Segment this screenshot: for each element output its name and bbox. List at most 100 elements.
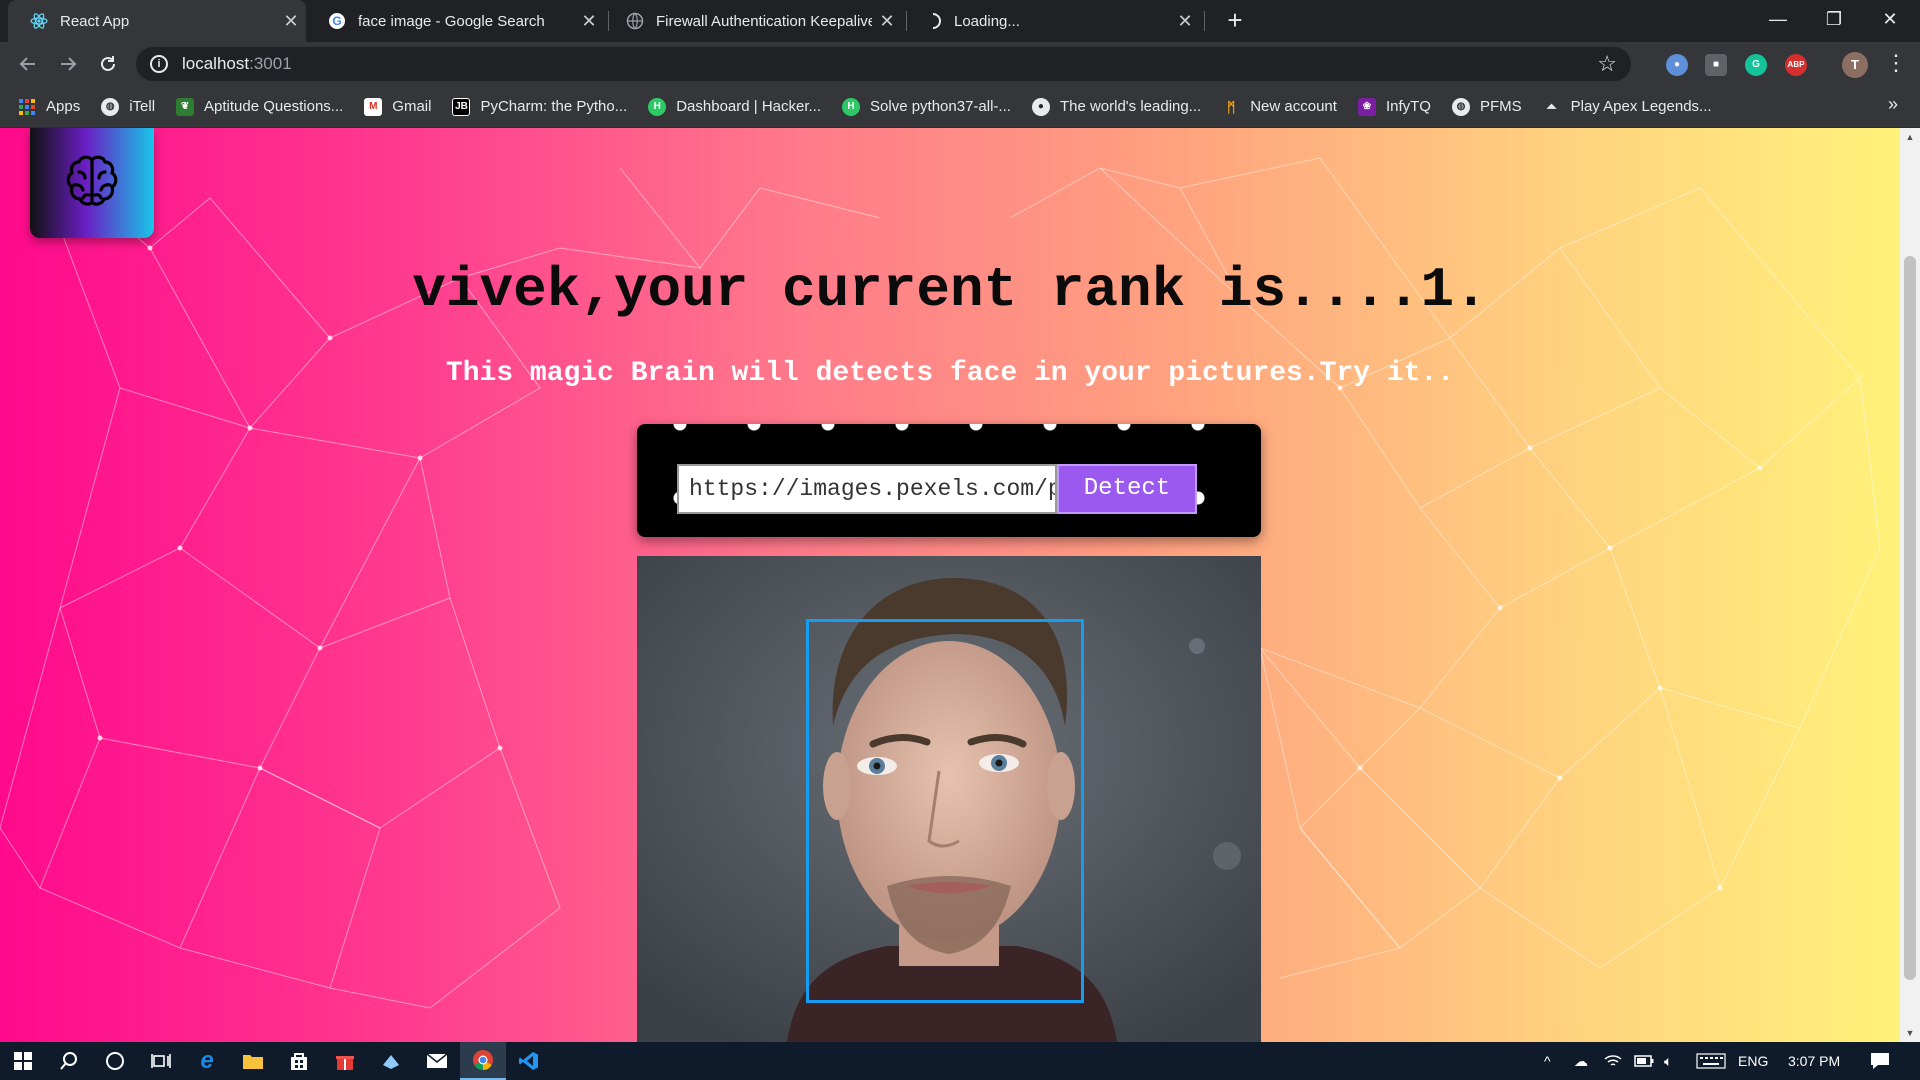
more-bookmarks-button[interactable]: »	[1888, 94, 1898, 115]
browser-toolbar: i localhost:3001 ☆ ● ■ G ABP T ⋮	[0, 42, 1920, 86]
bookmark-itell[interactable]: ◍ iTell	[101, 97, 155, 116]
close-tab-icon[interactable]: ✕	[872, 11, 902, 32]
gmail-icon: M	[364, 97, 383, 116]
cortana-icon[interactable]	[92, 1042, 138, 1080]
detect-button[interactable]: Detect	[1057, 464, 1197, 514]
bookmark-infytq[interactable]: ❀ InfyTQ	[1357, 97, 1431, 116]
bookmark-label: InfyTQ	[1385, 98, 1431, 115]
gift-icon[interactable]	[322, 1042, 368, 1080]
new-account-icon: ᛗ	[1227, 98, 1236, 115]
bookmark-pfms[interactable]: ◍ PFMS	[1451, 97, 1522, 116]
store-icon[interactable]	[276, 1042, 322, 1080]
site-info-icon[interactable]: i	[150, 55, 168, 73]
svg-text:G: G	[332, 14, 341, 28]
extension-blue-icon[interactable]: ●	[1666, 54, 1688, 76]
show-hidden-icons-button[interactable]: ^	[1544, 1042, 1551, 1080]
address-bar[interactable]: i localhost:3001 ☆	[136, 47, 1631, 81]
forward-arrow-icon	[61, 57, 77, 71]
chrome-icon[interactable]	[460, 1042, 506, 1080]
bookmark-gmail[interactable]: M Gmail	[364, 97, 432, 116]
jetbrains-icon: JB	[452, 97, 471, 116]
loading-spinner-icon	[924, 12, 942, 30]
tab-title: React App	[60, 12, 130, 30]
file-explorer-icon[interactable]	[230, 1042, 276, 1080]
bookmark-label: Play Apex Legends...	[1570, 98, 1712, 115]
bookmark-hackerrank-python[interactable]: H Solve python37-all-...	[842, 97, 1011, 116]
bookmark-label: Aptitude Questions...	[204, 98, 344, 115]
face-image	[637, 556, 1261, 1042]
tab-firewall[interactable]: Firewall Authentication Keepalive ✕	[604, 0, 902, 42]
bookmark-github[interactable]: ● The world's leading...	[1031, 97, 1201, 116]
bookmark-apex[interactable]: ⏶ Play Apex Legends...	[1543, 98, 1712, 116]
scroll-down-arrow-icon[interactable]: ▼	[1900, 1024, 1920, 1042]
task-view-icon[interactable]	[138, 1042, 184, 1080]
scroll-up-arrow-icon[interactable]: ▲	[1900, 128, 1920, 146]
bookmarks-bar: Apps ◍ iTell ❦ Aptitude Questions... M G…	[0, 86, 1920, 128]
search-icon[interactable]	[46, 1042, 92, 1080]
tab-title: Loading...	[954, 12, 1020, 30]
bookmark-apps[interactable]: Apps	[18, 98, 80, 116]
hackerrank-icon: H	[648, 97, 667, 116]
windows-start-icon[interactable]	[0, 1042, 46, 1080]
minimize-button[interactable]: —	[1750, 0, 1806, 38]
image-url-input[interactable]: https://images.pexels.com/photos/220453/…	[677, 464, 1057, 514]
battery-icon[interactable]	[1634, 1042, 1654, 1080]
windows-taskbar: e ^ ☁ 🔈︎ ENG 3:07 PM	[0, 1042, 1920, 1080]
react-icon	[30, 12, 48, 30]
edge-icon[interactable]: e	[184, 1042, 230, 1080]
infytq-icon: ❀	[1357, 97, 1376, 116]
bookmark-new-account[interactable]: ᛗ New account	[1222, 98, 1337, 116]
tab-loading[interactable]: Loading... ✕	[902, 0, 1200, 42]
clock[interactable]: 3:07 PM	[1788, 1042, 1840, 1080]
profile-avatar-icon[interactable]: T	[1842, 52, 1868, 78]
mail-icon[interactable]	[414, 1042, 460, 1080]
keyboard-icon[interactable]	[1696, 1042, 1726, 1080]
wifi-icon[interactable]	[1604, 1042, 1622, 1080]
subtitle-text: This magic Brain will detects face in yo…	[445, 358, 1455, 389]
leaf-icon: ❦	[176, 97, 195, 116]
forward-button[interactable]	[52, 48, 84, 80]
restore-button[interactable]: ❐	[1806, 0, 1862, 38]
language-indicator[interactable]: ENG	[1738, 1042, 1768, 1080]
url-host: localhost	[182, 54, 250, 73]
grammarly-icon[interactable]: G	[1745, 54, 1767, 76]
bookmark-label: Gmail	[392, 98, 432, 115]
close-tab-icon[interactable]: ✕	[1170, 11, 1200, 32]
adblock-plus-icon[interactable]: ABP	[1785, 54, 1807, 76]
tab-divider	[1204, 11, 1205, 31]
page-scrollbar[interactable]: ▲ ▼	[1900, 128, 1920, 1042]
bookmark-hackerrank-dashboard[interactable]: H Dashboard | Hacker...	[648, 97, 821, 116]
bookmark-label: PyCharm: the Pytho...	[480, 98, 628, 115]
reload-icon	[101, 56, 115, 71]
tab-react-app[interactable]: React App ✕	[8, 0, 306, 42]
page-viewport: vivek,your current rank is....1. This ma…	[0, 128, 1900, 1042]
close-tab-icon[interactable]: ✕	[276, 11, 306, 32]
tab-title: Firewall Authentication Keepalive	[656, 12, 872, 30]
app-icon[interactable]	[368, 1042, 414, 1080]
bookmark-pycharm[interactable]: JB PyCharm: the Pytho...	[452, 97, 628, 116]
back-arrow-icon	[19, 57, 35, 71]
browser-menu-icon[interactable]: ⋮	[1884, 50, 1908, 76]
vscode-icon[interactable]	[506, 1042, 552, 1080]
scrollbar-thumb[interactable]	[1904, 256, 1916, 980]
adblock-label: ABP	[1787, 60, 1805, 69]
brain-logo[interactable]	[30, 128, 154, 238]
bookmark-label: Solve python37-all-...	[870, 98, 1011, 115]
face-bounding-box	[806, 619, 1084, 1003]
tab-strip: React App ✕ G face image - Google Search…	[0, 0, 1920, 42]
grammarly-label: G	[1752, 59, 1760, 70]
volume-icon[interactable]: 🔈︎	[1664, 1042, 1672, 1080]
tab-google-search[interactable]: G face image - Google Search ✕	[306, 0, 604, 42]
reload-button[interactable]	[92, 48, 124, 80]
tab-title: face image - Google Search	[358, 12, 545, 30]
close-tab-icon[interactable]: ✕	[574, 11, 604, 32]
bookmark-star-icon[interactable]: ☆	[1597, 51, 1617, 77]
new-tab-button[interactable]: +	[1220, 6, 1250, 36]
extension-cube-icon[interactable]: ■	[1705, 54, 1727, 76]
action-center-icon[interactable]	[1870, 1042, 1890, 1080]
close-window-button[interactable]: ✕	[1862, 0, 1918, 38]
bookmark-aptitude[interactable]: ❦ Aptitude Questions...	[176, 97, 344, 116]
onedrive-icon[interactable]: ☁	[1574, 1042, 1588, 1080]
url-port: :3001	[249, 54, 292, 73]
back-button[interactable]	[12, 48, 44, 80]
